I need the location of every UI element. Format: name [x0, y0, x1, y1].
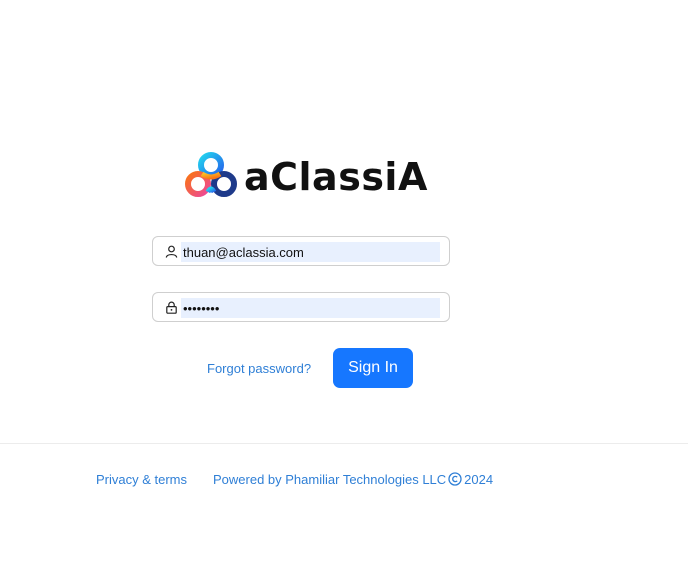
- brand-logo: aClassiA: [182, 150, 428, 204]
- username-field[interactable]: [152, 236, 450, 266]
- user-icon: [165, 245, 178, 258]
- brand-name: aClassiA: [244, 155, 428, 199]
- password-input[interactable]: [181, 298, 440, 318]
- lock-icon: [166, 301, 177, 314]
- copyright-icon: [448, 472, 462, 486]
- footer-divider: [0, 443, 688, 444]
- sign-in-button[interactable]: Sign In: [333, 348, 413, 388]
- copyright-year: 2024: [464, 472, 494, 487]
- powered-by-text: Powered by Phamiliar Technologies LLC: [213, 472, 447, 487]
- password-field[interactable]: [152, 292, 450, 322]
- forgot-password-link[interactable]: Forgot password?: [207, 360, 311, 378]
- powered-by-link[interactable]: Powered by Phamiliar Technologies LLC 202…: [213, 471, 493, 489]
- privacy-terms-link[interactable]: Privacy & terms: [96, 471, 187, 489]
- login-page: aClassiA Forgot password? Sign In Privac…: [0, 0, 688, 577]
- username-input[interactable]: [181, 242, 440, 262]
- interlocking-rings-logo-icon: [185, 152, 237, 197]
